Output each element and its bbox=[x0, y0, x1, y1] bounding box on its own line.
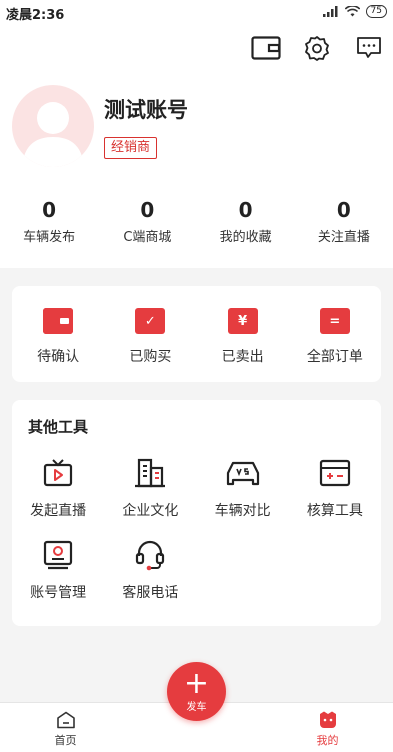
plus-icon: + bbox=[183, 665, 210, 701]
wallet-icon[interactable] bbox=[250, 32, 282, 64]
username: 测试账号 bbox=[104, 98, 188, 122]
order-label: 待确认 bbox=[37, 349, 80, 365]
yen-icon: ¥ bbox=[227, 308, 258, 334]
tool-start-live[interactable]: 发起直播 bbox=[12, 456, 104, 520]
tools-grid: 发起直播 企业文化 车辆对比 核算工具 账号管理 客服电话 bbox=[12, 456, 381, 602]
home-icon bbox=[56, 711, 75, 729]
role-badge: 经销商 bbox=[104, 137, 158, 159]
account-card-icon bbox=[41, 538, 75, 572]
orders-card: 待确认 ✓ 已购买 ¥ 已卖出 = 全部订单 bbox=[12, 286, 381, 382]
nav-home[interactable]: 首页 bbox=[0, 703, 131, 752]
nav-mine[interactable]: 我的 bbox=[262, 703, 393, 752]
tool-label: 客服电话 bbox=[122, 585, 179, 601]
status-icons: 75 bbox=[322, 5, 387, 18]
check-icon: ✓ bbox=[135, 308, 166, 334]
tool-customer-service[interactable]: 客服电话 bbox=[104, 538, 196, 602]
fab-label: 发车 bbox=[186, 701, 207, 713]
list-icon: = bbox=[319, 308, 350, 334]
tool-corporate-culture[interactable]: 企业文化 bbox=[104, 456, 196, 520]
stat-value: 0 bbox=[140, 198, 155, 222]
order-purchased[interactable]: ✓ 已购买 bbox=[104, 286, 196, 382]
headset-icon bbox=[133, 538, 167, 572]
stat-value: 0 bbox=[42, 198, 57, 222]
stats-row: 0 车辆发布 0 C端商城 0 我的收藏 0 关注直播 bbox=[0, 198, 393, 245]
car-vs-icon bbox=[226, 456, 260, 490]
stat-value: 0 bbox=[238, 198, 253, 222]
stat-c-mall[interactable]: 0 C端商城 bbox=[98, 198, 196, 245]
calculator-icon bbox=[318, 456, 352, 490]
tool-account-management[interactable]: 账号管理 bbox=[12, 538, 104, 602]
live-tv-icon bbox=[41, 456, 75, 490]
tool-label: 车辆对比 bbox=[214, 503, 271, 519]
nav-label: 我的 bbox=[316, 734, 339, 747]
order-all[interactable]: = 全部订单 bbox=[289, 286, 381, 382]
stat-followed-live[interactable]: 0 关注直播 bbox=[295, 198, 393, 245]
order-label: 全部订单 bbox=[306, 349, 363, 365]
tools-card: 其他工具 发起直播 企业文化 车辆对比 核算工具 账号管理 客服电话 bbox=[12, 400, 381, 626]
stat-label: 车辆发布 bbox=[23, 230, 76, 245]
tool-label: 核算工具 bbox=[306, 503, 363, 519]
tool-vehicle-compare[interactable]: 车辆对比 bbox=[197, 456, 289, 520]
tool-label: 企业文化 bbox=[122, 503, 179, 519]
order-pending-confirm[interactable]: 待确认 bbox=[12, 286, 104, 382]
message-icon[interactable] bbox=[353, 32, 385, 64]
battery-icon: 75 bbox=[365, 5, 387, 18]
signal-icon bbox=[322, 6, 338, 17]
building-icon bbox=[133, 456, 167, 490]
tools-title: 其他工具 bbox=[28, 418, 89, 436]
status-time: 凌晨2:36 bbox=[6, 8, 65, 23]
tool-accounting[interactable]: 核算工具 bbox=[289, 456, 381, 520]
stat-vehicle-publish[interactable]: 0 车辆发布 bbox=[0, 198, 98, 245]
profile-header: 凌晨2:36 75 测试账号 经销商 0 车辆发布 0 C端商城 0 我的收藏 … bbox=[0, 0, 393, 268]
tool-label: 发起直播 bbox=[30, 503, 87, 519]
publish-car-button[interactable]: + 发车 bbox=[167, 662, 226, 721]
wallet-icon bbox=[43, 308, 74, 334]
order-sold[interactable]: ¥ 已卖出 bbox=[197, 286, 289, 382]
mine-face-icon bbox=[319, 711, 336, 728]
tool-label: 账号管理 bbox=[30, 585, 87, 601]
nav-label: 首页 bbox=[54, 734, 77, 747]
stat-label: 关注直播 bbox=[317, 230, 370, 245]
wifi-icon bbox=[344, 6, 360, 17]
status-bar: 凌晨2:36 75 bbox=[0, 0, 393, 24]
stat-value: 0 bbox=[336, 198, 351, 222]
stat-favorites[interactable]: 0 我的收藏 bbox=[197, 198, 295, 245]
gear-icon[interactable] bbox=[301, 32, 333, 64]
order-label: 已卖出 bbox=[221, 349, 264, 365]
stat-label: 我的收藏 bbox=[219, 230, 272, 245]
order-label: 已购买 bbox=[129, 349, 172, 365]
avatar[interactable] bbox=[12, 85, 94, 167]
stat-label: C端商城 bbox=[123, 230, 172, 245]
